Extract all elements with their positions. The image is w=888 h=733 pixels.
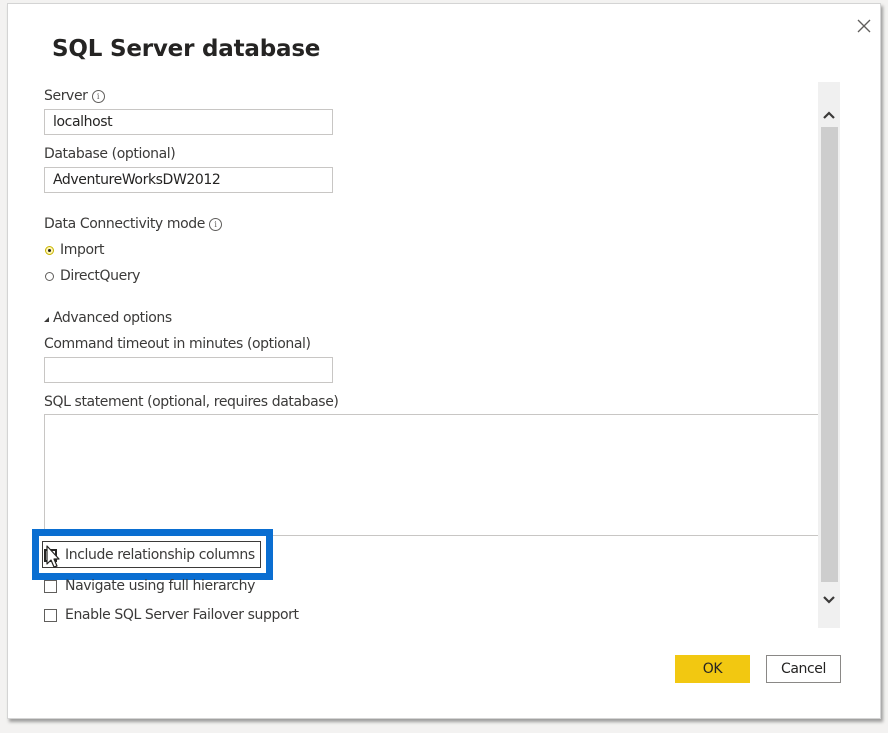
radio-import[interactable]: Import [45,242,104,258]
connectivity-label-text: Data Connectivity mode [44,216,205,232]
scroll-up-button[interactable] [818,100,840,130]
checkbox[interactable] [44,608,57,622]
checkbox-failover-support[interactable]: Enable SQL Server Failover support [44,607,299,623]
sql-statement-label: SQL statement (optional, requires databa… [44,394,339,410]
connectivity-label: Data Connectivity mode i [44,216,222,232]
chevron-up-icon [823,111,835,119]
radio-directquery-label: DirectQuery [60,268,141,284]
checkbox-navigate-full-hierarchy[interactable]: Navigate using full hierarchy [44,578,255,594]
info-icon[interactable]: i [91,90,105,103]
chevron-down-icon [823,596,835,604]
checkbox-label: Enable SQL Server Failover support [65,607,299,623]
radio-button-selected[interactable] [45,245,54,255]
close-button[interactable] [854,16,874,36]
server-label: Server i [44,88,105,104]
vertical-scrollbar[interactable] [818,82,840,628]
checkbox[interactable] [44,579,57,593]
checkbox-label: Include relationship columns [65,547,255,563]
scrollbar-thumb[interactable] [821,127,838,582]
info-icon[interactable]: i [208,218,222,231]
timeout-label: Command timeout in minutes (optional) [44,336,311,352]
server-label-text: Server [44,88,88,104]
dialog-title: SQL Server database [52,36,321,62]
radio-import-label: Import [60,242,105,258]
checkbox[interactable] [44,548,57,562]
radio-button[interactable] [45,271,54,281]
cancel-button[interactable]: Cancel [766,655,841,683]
server-input[interactable] [44,109,333,135]
radio-directquery[interactable]: DirectQuery [45,268,140,284]
database-input[interactable] [44,167,333,193]
checkbox-label: Navigate using full hierarchy [65,578,255,594]
database-label: Database (optional) [44,146,176,162]
ok-button[interactable]: OK [675,655,750,683]
close-icon [857,19,871,33]
advanced-options-toggle[interactable]: Advanced options [44,310,172,326]
checkbox-include-relationship-columns[interactable]: Include relationship columns [44,547,255,563]
scroll-down-button[interactable] [818,585,840,615]
expand-triangle-icon [44,317,49,322]
timeout-input[interactable] [44,357,333,383]
advanced-options-label: Advanced options [53,310,172,326]
sql-statement-textarea[interactable] [44,414,819,536]
